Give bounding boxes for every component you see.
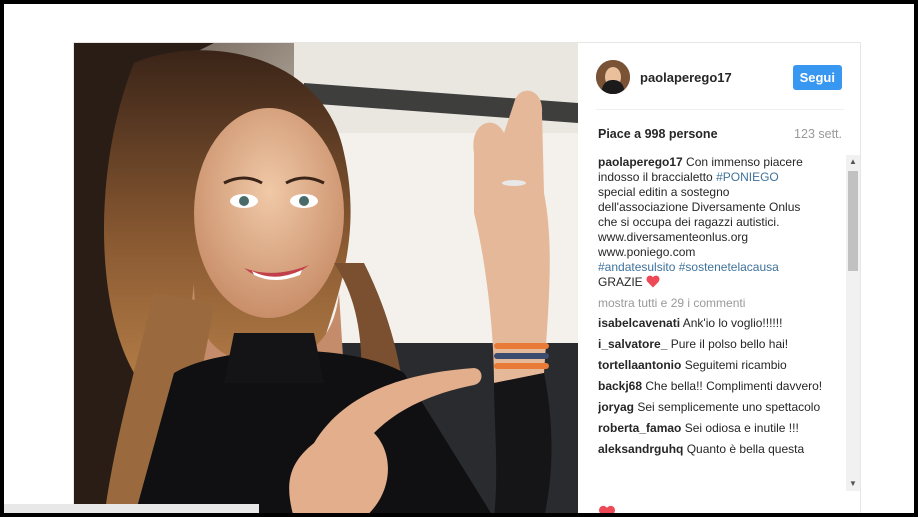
comment-text: Pure il polso bello hai! — [670, 337, 789, 351]
photo-illustration — [74, 43, 578, 513]
username-link[interactable]: paolaperego17 — [640, 70, 732, 85]
post-age[interactable]: 123 sett. — [794, 127, 842, 141]
comment-username[interactable]: tortellaantonio — [598, 358, 681, 372]
arrow-down-icon[interactable]: ▼ — [846, 477, 860, 491]
comments-scrollbar[interactable]: ▲ ▼ — [846, 155, 860, 491]
comment-item: backj68 Che bella!! Complimenti davvero! — [598, 379, 846, 394]
comment-username[interactable]: i_salvatore_ — [598, 337, 667, 351]
comment-text: Ank'io lo voglio!!!!!! — [682, 316, 783, 330]
comment-item: aleksandrguhq Quanto è bella questa — [598, 442, 846, 457]
comment-item: isabelcavenati Ank'io lo voglio!!!!!! — [598, 316, 846, 331]
post-card: paolaperego17 Segui Piace a 998 persone … — [73, 42, 861, 513]
show-all-comments-link[interactable]: mostra tutti e 29 i commenti — [598, 296, 846, 311]
comment-username[interactable]: roberta_famao — [598, 421, 681, 435]
caption-text: indosso il braccialetto — [598, 170, 713, 184]
comment-text: Quanto è bella questa — [686, 442, 805, 456]
browser-viewport: paolaperego17 Segui Piace a 998 persone … — [4, 4, 914, 513]
post-photo[interactable] — [74, 43, 578, 513]
follow-button[interactable]: Segui — [792, 64, 842, 90]
avatar-image — [596, 60, 630, 94]
hashtag-link[interactable]: #PONIEGO — [716, 170, 779, 184]
caption-text: special editin a sostegno — [598, 185, 730, 199]
caption-text: Con immenso piacere — [686, 155, 803, 169]
comment-text: Seguitemi ricambio — [684, 358, 787, 372]
caption-line: indosso il braccialetto #PONIEGO — [598, 170, 846, 185]
caption-line: paolaperego17 Con immenso piacere — [598, 155, 846, 170]
avatar[interactable] — [596, 60, 630, 94]
comment-text: Sei odiosa e inutile !!! — [684, 421, 799, 435]
caption-username[interactable]: paolaperego17 — [598, 155, 683, 169]
caption-text: che si occupa dei ragazzi autistici. — [598, 215, 780, 229]
comment-username[interactable]: isabelcavenati — [598, 316, 680, 330]
comments-list[interactable]: paolaperego17 Con immenso piacere indoss… — [598, 155, 846, 493]
caption-text: GRAZIE — [598, 275, 643, 289]
comment-username[interactable]: backj68 — [598, 379, 642, 393]
caption: paolaperego17 Con immenso piacere indoss… — [598, 155, 846, 290]
likes-count[interactable]: Piace a 998 persone — [598, 127, 718, 141]
caption-line: #andatesulsito #sostenetelacausa — [598, 260, 846, 275]
hashtag-link[interactable]: #andatesulsito — [598, 260, 675, 274]
comment-item: joryag Sei semplicemente uno spettacolo — [598, 400, 846, 415]
comment-item: i_salvatore_ Pure il polso bello hai! — [598, 337, 846, 352]
scrollbar-thumb[interactable] — [848, 171, 858, 271]
caption-line: GRAZIE — [598, 275, 846, 290]
caption-text: www.poniego.com — [598, 245, 696, 259]
comment-item: tortellaantonio Seguitemi ricambio — [598, 358, 846, 373]
likes-row: Piace a 998 persone 123 sett. — [598, 127, 842, 141]
header-divider — [596, 109, 844, 110]
post-header: paolaperego17 Segui — [596, 57, 842, 97]
like-heart-icon[interactable] — [598, 505, 616, 513]
hashtag-link[interactable]: #sostenetelacausa — [679, 260, 779, 274]
post-sidebar: paolaperego17 Segui Piace a 998 persone … — [578, 43, 860, 513]
comment-text: Sei semplicemente uno spettacolo — [637, 400, 821, 414]
caption-text: dell'associazione Diversamente Onlus — [598, 200, 801, 214]
arrow-up-icon[interactable]: ▲ — [846, 155, 860, 169]
caption-text: www.diversamenteonlus.org — [598, 230, 749, 244]
comment-text: Che bella!! Complimenti davvero! — [645, 379, 823, 393]
comment-username[interactable]: joryag — [598, 400, 634, 414]
comment-item: roberta_famao Sei odiosa e inutile !!! — [598, 421, 846, 436]
page-footer-strip — [4, 504, 259, 513]
comment-username[interactable]: aleksandrguhq — [598, 442, 683, 456]
heart-icon — [646, 275, 660, 288]
